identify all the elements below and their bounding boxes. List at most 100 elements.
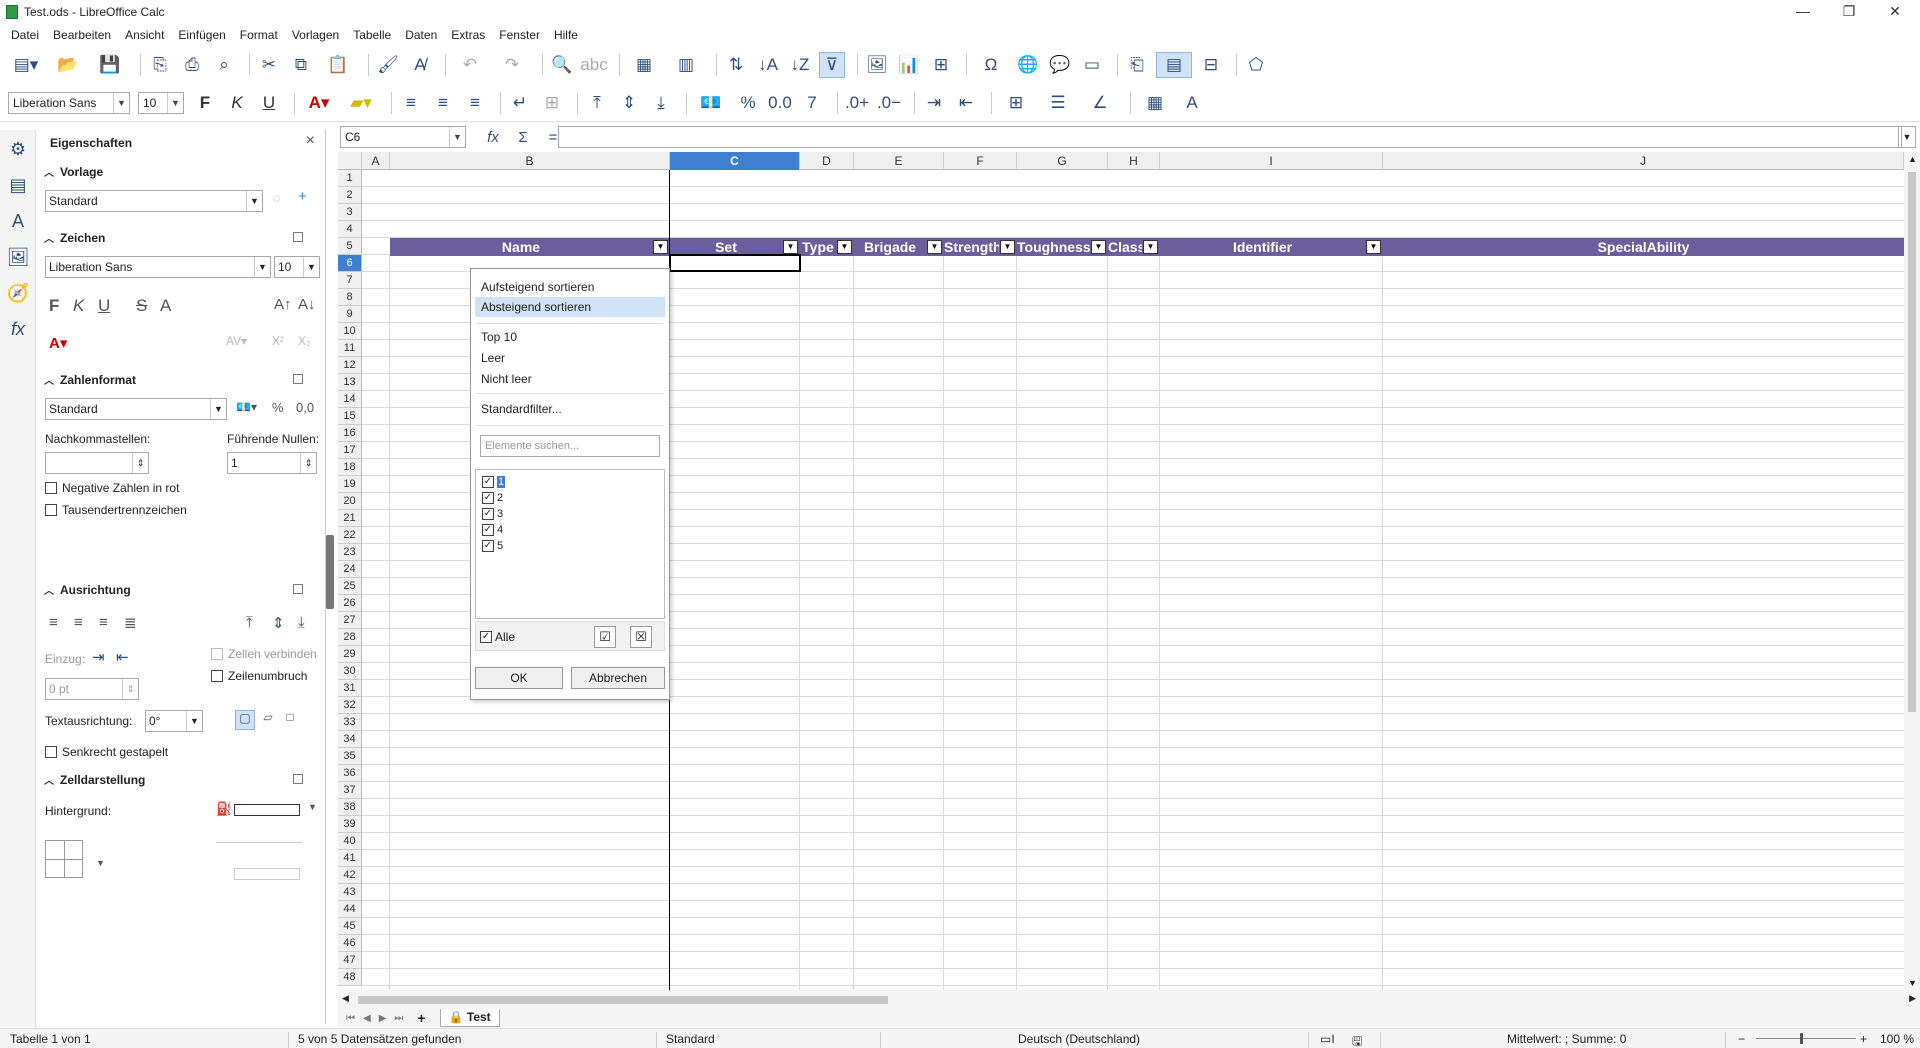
column-header-j[interactable]: J [1383, 152, 1904, 170]
row-header[interactable]: 2 [338, 187, 362, 204]
new-style-icon[interactable]: + [298, 188, 307, 205]
first-sheet-icon[interactable]: ⏮ [346, 1013, 355, 1024]
row-header[interactable]: 11 [338, 340, 362, 357]
horizontal-scroll-thumb[interactable] [358, 996, 888, 1004]
row-header[interactable]: 8 [338, 289, 362, 306]
highlight-color-icon[interactable]: ▰▾ [343, 90, 379, 116]
negative-red-checkbox[interactable] [45, 482, 57, 494]
row-header[interactable]: 17 [338, 442, 362, 459]
character-spacing-icon[interactable]: AV▾ [226, 334, 247, 348]
column-header-a[interactable]: A [362, 152, 390, 170]
sort-descending-icon[interactable]: ↓Z [787, 52, 813, 78]
redo-icon[interactable]: ↷ [494, 52, 530, 78]
row-header[interactable]: 18 [338, 459, 362, 476]
list-item[interactable]: ✓ 2 [482, 490, 503, 506]
table-header-cell[interactable]: Toughness [1017, 238, 1090, 256]
spin-icon[interactable]: ⇕ [132, 453, 148, 473]
autofilter-dropdown-icon[interactable]: ▼ [653, 240, 668, 254]
text-orientation-field[interactable]: 0° ▼ [145, 710, 203, 732]
scroll-up-icon[interactable]: ▲ [1908, 154, 1917, 164]
find-replace-icon[interactable]: 🔍 [549, 52, 575, 78]
undo-icon[interactable]: ↶ [452, 52, 488, 78]
properties-icon[interactable]: ▤ [5, 172, 31, 198]
center-vertically-icon[interactable]: ⇕ [616, 90, 642, 116]
last-sheet-icon[interactable]: ⏭ [394, 1013, 403, 1024]
more-options-icon[interactable] [293, 584, 303, 594]
table-header-cell[interactable]: Type [800, 238, 836, 256]
align-top-icon[interactable]: ⤒ [584, 90, 610, 116]
row-header[interactable]: 6 [338, 255, 362, 272]
styles-icon[interactable]: A [1179, 90, 1205, 116]
sort-ascending-item[interactable]: Aufsteigend sortieren [475, 277, 665, 297]
autofilter-icon[interactable]: ⊽ [819, 52, 845, 78]
indent-field[interactable]: 0 pt ⇕ [45, 678, 139, 700]
navigator-icon[interactable]: 🧭 [5, 280, 31, 306]
select-all-corner[interactable] [338, 152, 362, 170]
document-modified-icon[interactable]: 🖫 [1352, 1032, 1362, 1048]
date-format-icon[interactable]: 7 [799, 90, 825, 116]
menu-ansicht[interactable]: Ansicht [118, 28, 171, 42]
align-center-icon[interactable]: ≡ [74, 614, 83, 631]
row-header[interactable]: 26 [338, 595, 362, 612]
row-header[interactable]: 19 [338, 476, 362, 493]
underline-icon[interactable]: U [256, 90, 282, 116]
sort-ascending-icon[interactable]: ↓A [755, 52, 781, 78]
horizontal-scrollbar[interactable]: ◀ ▶ [338, 990, 1920, 1010]
increase-indent-icon[interactable]: ⇥ [921, 90, 947, 116]
row-header[interactable]: 9 [338, 306, 362, 323]
table-header-cell[interactable]: Identifier [1160, 238, 1365, 256]
chevron-down-icon[interactable]: ▼ [167, 92, 183, 113]
autofilter-dropdown-icon[interactable]: ▼ [837, 240, 852, 254]
fill-bucket-icon[interactable]: ⛽ [216, 801, 232, 817]
header-footer-icon[interactable]: ▭ [1079, 52, 1105, 78]
row-header[interactable]: 38 [338, 799, 362, 816]
list-item[interactable]: ✓ 5 [482, 538, 503, 554]
cut-icon[interactable]: ✂ [256, 52, 282, 78]
new-document-icon[interactable]: ▤▾ [8, 52, 44, 78]
row-header[interactable]: 7 [338, 272, 362, 289]
autofilter-dropdown-icon[interactable]: ▼ [1000, 240, 1015, 254]
define-print-area-icon[interactable]: ⎗ [1124, 52, 1150, 78]
column-header-c[interactable]: C [670, 152, 800, 170]
minimize-button[interactable]: — [1780, 0, 1826, 24]
align-right-icon[interactable]: ≡ [462, 90, 488, 116]
font-size-box[interactable]: 10 ▼ [138, 91, 184, 114]
wrap-text-checkbox[interactable] [211, 670, 223, 682]
column-header-b[interactable]: B [390, 152, 670, 170]
pivot-table-icon[interactable]: ⊞ [928, 52, 954, 78]
row-header[interactable]: 20 [338, 493, 362, 510]
selection-summary[interactable]: Mittelwert: ; Summe: 0 [1507, 1032, 1626, 1046]
sheet-tab-test[interactable]: 🔒 Test [439, 1009, 500, 1027]
empty-item[interactable]: Leer [475, 348, 665, 368]
decrease-font-icon[interactable]: A↓ [298, 296, 316, 313]
menu-hilfe[interactable]: Hilfe [547, 28, 585, 42]
delete-decimal-icon[interactable]: .0− [876, 90, 902, 116]
italic-icon[interactable]: K [73, 296, 84, 316]
open-folder-icon[interactable]: 📂 [50, 52, 86, 78]
justify-icon[interactable]: ≣ [124, 614, 137, 632]
font-color-icon[interactable]: A▾ [49, 334, 67, 352]
close-window-button[interactable]: ✕ [1872, 0, 1918, 24]
menu-fenster[interactable]: Fenster [492, 28, 547, 42]
row-header[interactable]: 31 [338, 680, 362, 697]
update-style-icon[interactable]: ○ [272, 190, 281, 207]
gallery-icon[interactable]: 🖼 [5, 244, 31, 270]
zoom-out-icon[interactable]: − [1738, 1032, 1745, 1046]
sidebar-font-name[interactable]: Liberation Sans ▼ [45, 256, 271, 278]
autofilter-dropdown-icon[interactable]: ▼ [1091, 240, 1106, 254]
chevron-down-icon[interactable]: ▼ [449, 127, 465, 147]
column-header-g[interactable]: G [1017, 152, 1108, 170]
panel-zeichen-header[interactable]: ︿ Zeichen [44, 230, 105, 246]
italic-icon[interactable]: K [224, 90, 250, 116]
save-icon[interactable]: 💾 [92, 52, 128, 78]
column-header-d[interactable]: D [800, 152, 854, 170]
border-style-icon[interactable]: ☰ [1040, 90, 1076, 116]
sort-icon[interactable]: ⇅ [723, 52, 749, 78]
menu-bearbeiten[interactable]: Bearbeiten [46, 28, 118, 42]
row-header[interactable]: 36 [338, 765, 362, 782]
row-header[interactable]: 40 [338, 833, 362, 850]
zoom-slider-handle[interactable] [1800, 1033, 1803, 1044]
row-header[interactable]: 46 [338, 935, 362, 952]
row-header[interactable]: 27 [338, 612, 362, 629]
row-header[interactable]: 25 [338, 578, 362, 595]
